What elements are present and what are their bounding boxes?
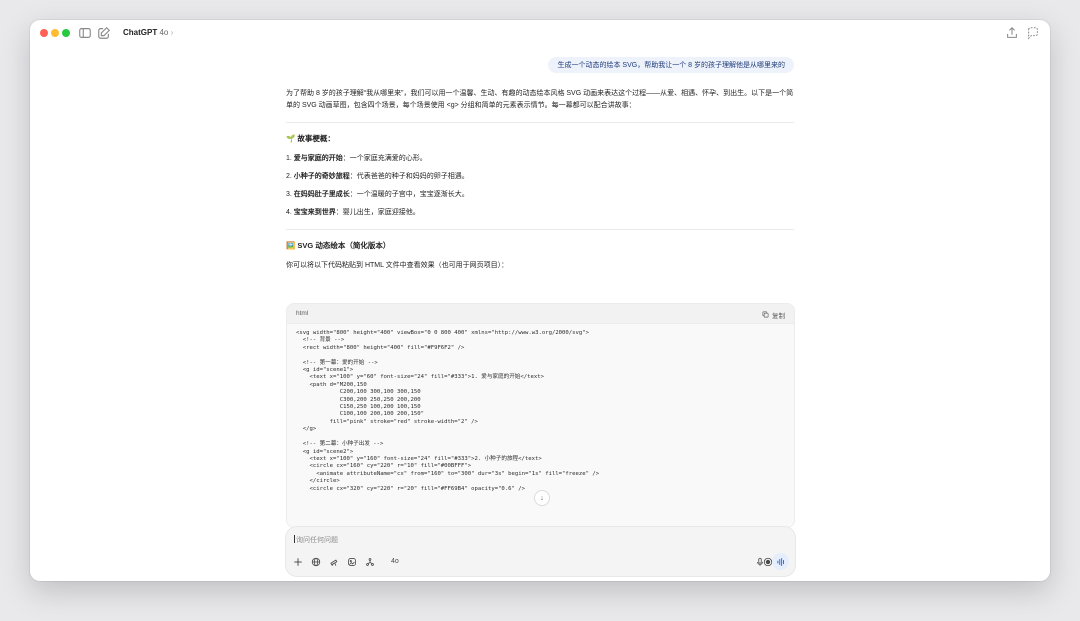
copy-button[interactable]: 复制 <box>762 310 785 320</box>
story-item: 1. 爱与家庭的开始：一个家庭充满爱的心形。 <box>286 153 794 165</box>
story-heading: 🌱 故事梗概： <box>286 134 335 143</box>
code-language: html <box>296 310 309 317</box>
intro-paragraph: 为了帮助 8 岁的孩子理解“我从哪里来”，我们可以用一个温馨、生动、有趣的动态绘… <box>286 90 794 109</box>
waveform-icon <box>776 557 784 566</box>
list-item-desc: ：代表爸爸的种子和妈妈的卵子相遇。 <box>349 173 469 180</box>
app-window: ChatGPT 4o › 生成一个动态的绘本 SVG，帮助我让一个 8 岁的孩子… <box>30 20 1050 581</box>
text-caret <box>294 535 295 543</box>
close-window-button[interactable] <box>40 29 48 37</box>
titlebar: ChatGPT 4o › <box>30 20 1050 46</box>
list-item-desc: ：一个家庭充满爱的心形。 <box>342 155 427 162</box>
maximize-window-button[interactable] <box>62 29 70 37</box>
model-selector[interactable]: ChatGPT 4o › <box>123 28 173 37</box>
sidebar-toggle-icon[interactable] <box>78 26 92 40</box>
list-number: 1. <box>286 155 292 162</box>
divider <box>286 229 794 230</box>
story-item: 3. 在妈妈肚子里成长：一个温暖的子宫中，宝宝逐渐长大。 <box>286 189 794 201</box>
scroll-to-bottom-button[interactable]: ↓ <box>534 490 550 506</box>
web-search-icon[interactable] <box>310 556 322 568</box>
model-pill[interactable]: 4o <box>391 558 399 565</box>
telescope-icon[interactable] <box>328 556 340 568</box>
user-message: 生成一个动态的绘本 SVG，帮助我让一个 8 岁的孩子理解他是从哪里来的 <box>548 57 794 73</box>
voice-mode-button[interactable] <box>772 553 789 570</box>
list-item-title: 爱与家庭的开始 <box>293 155 343 162</box>
code-fade <box>287 503 794 527</box>
code-header: html 复制 <box>287 304 794 324</box>
tools-icon[interactable] <box>364 556 376 568</box>
list-item-desc: ：一个温暖的子宫中，宝宝逐渐长大。 <box>349 191 469 198</box>
divider <box>286 122 794 123</box>
list-item-title: 小种子的奇妙旅程 <box>293 173 350 180</box>
list-item-title: 在妈妈肚子里成长 <box>293 191 350 198</box>
paste-hint: 你可以将以下代码粘贴到 HTML 文件中查看效果（也可用于网页项目）： <box>286 262 509 269</box>
list-number: 4. <box>286 209 292 216</box>
model-version: 4o <box>159 28 169 37</box>
chevron-right-icon: › <box>170 28 174 37</box>
list-number: 2. <box>286 173 292 180</box>
prompt-placeholder: 询问任何问题 <box>296 537 338 544</box>
microphone-icon[interactable] <box>754 556 766 568</box>
minimize-window-button[interactable] <box>51 29 59 37</box>
temporary-chat-icon[interactable] <box>1026 26 1040 40</box>
add-attachment-icon[interactable] <box>292 556 304 568</box>
assistant-response: 为了帮助 8 岁的孩子理解“我从哪里来”，我们可以用一个温馨、生动、有趣的动态绘… <box>286 88 794 272</box>
copy-icon <box>762 311 769 320</box>
list-number: 3. <box>286 191 292 198</box>
list-item-desc: ：婴儿出生，家庭迎接他。 <box>335 209 420 216</box>
list-item-title: 宝宝来到世界 <box>293 209 336 216</box>
svg-heading: 🖼️ SVG 动态绘本（简化版本） <box>286 241 391 250</box>
prompt-input[interactable]: 询问任何问题 <box>294 535 338 545</box>
story-item: 4. 宝宝来到世界：婴儿出生，家庭迎接他。 <box>286 207 794 219</box>
share-icon[interactable] <box>1005 26 1019 40</box>
arrow-down-icon: ↓ <box>540 494 544 502</box>
code-content: <svg width="800" height="400" viewBox="0… <box>296 330 600 492</box>
copy-label: 复制 <box>772 313 785 320</box>
model-name: ChatGPT <box>123 28 158 37</box>
story-item: 2. 小种子的奇妙旅程：代表爸爸的种子和妈妈的卵子相遇。 <box>286 171 794 183</box>
new-chat-icon[interactable] <box>97 26 111 40</box>
image-create-icon[interactable] <box>346 556 358 568</box>
message-composer: 询问任何问题 4o <box>285 526 796 577</box>
